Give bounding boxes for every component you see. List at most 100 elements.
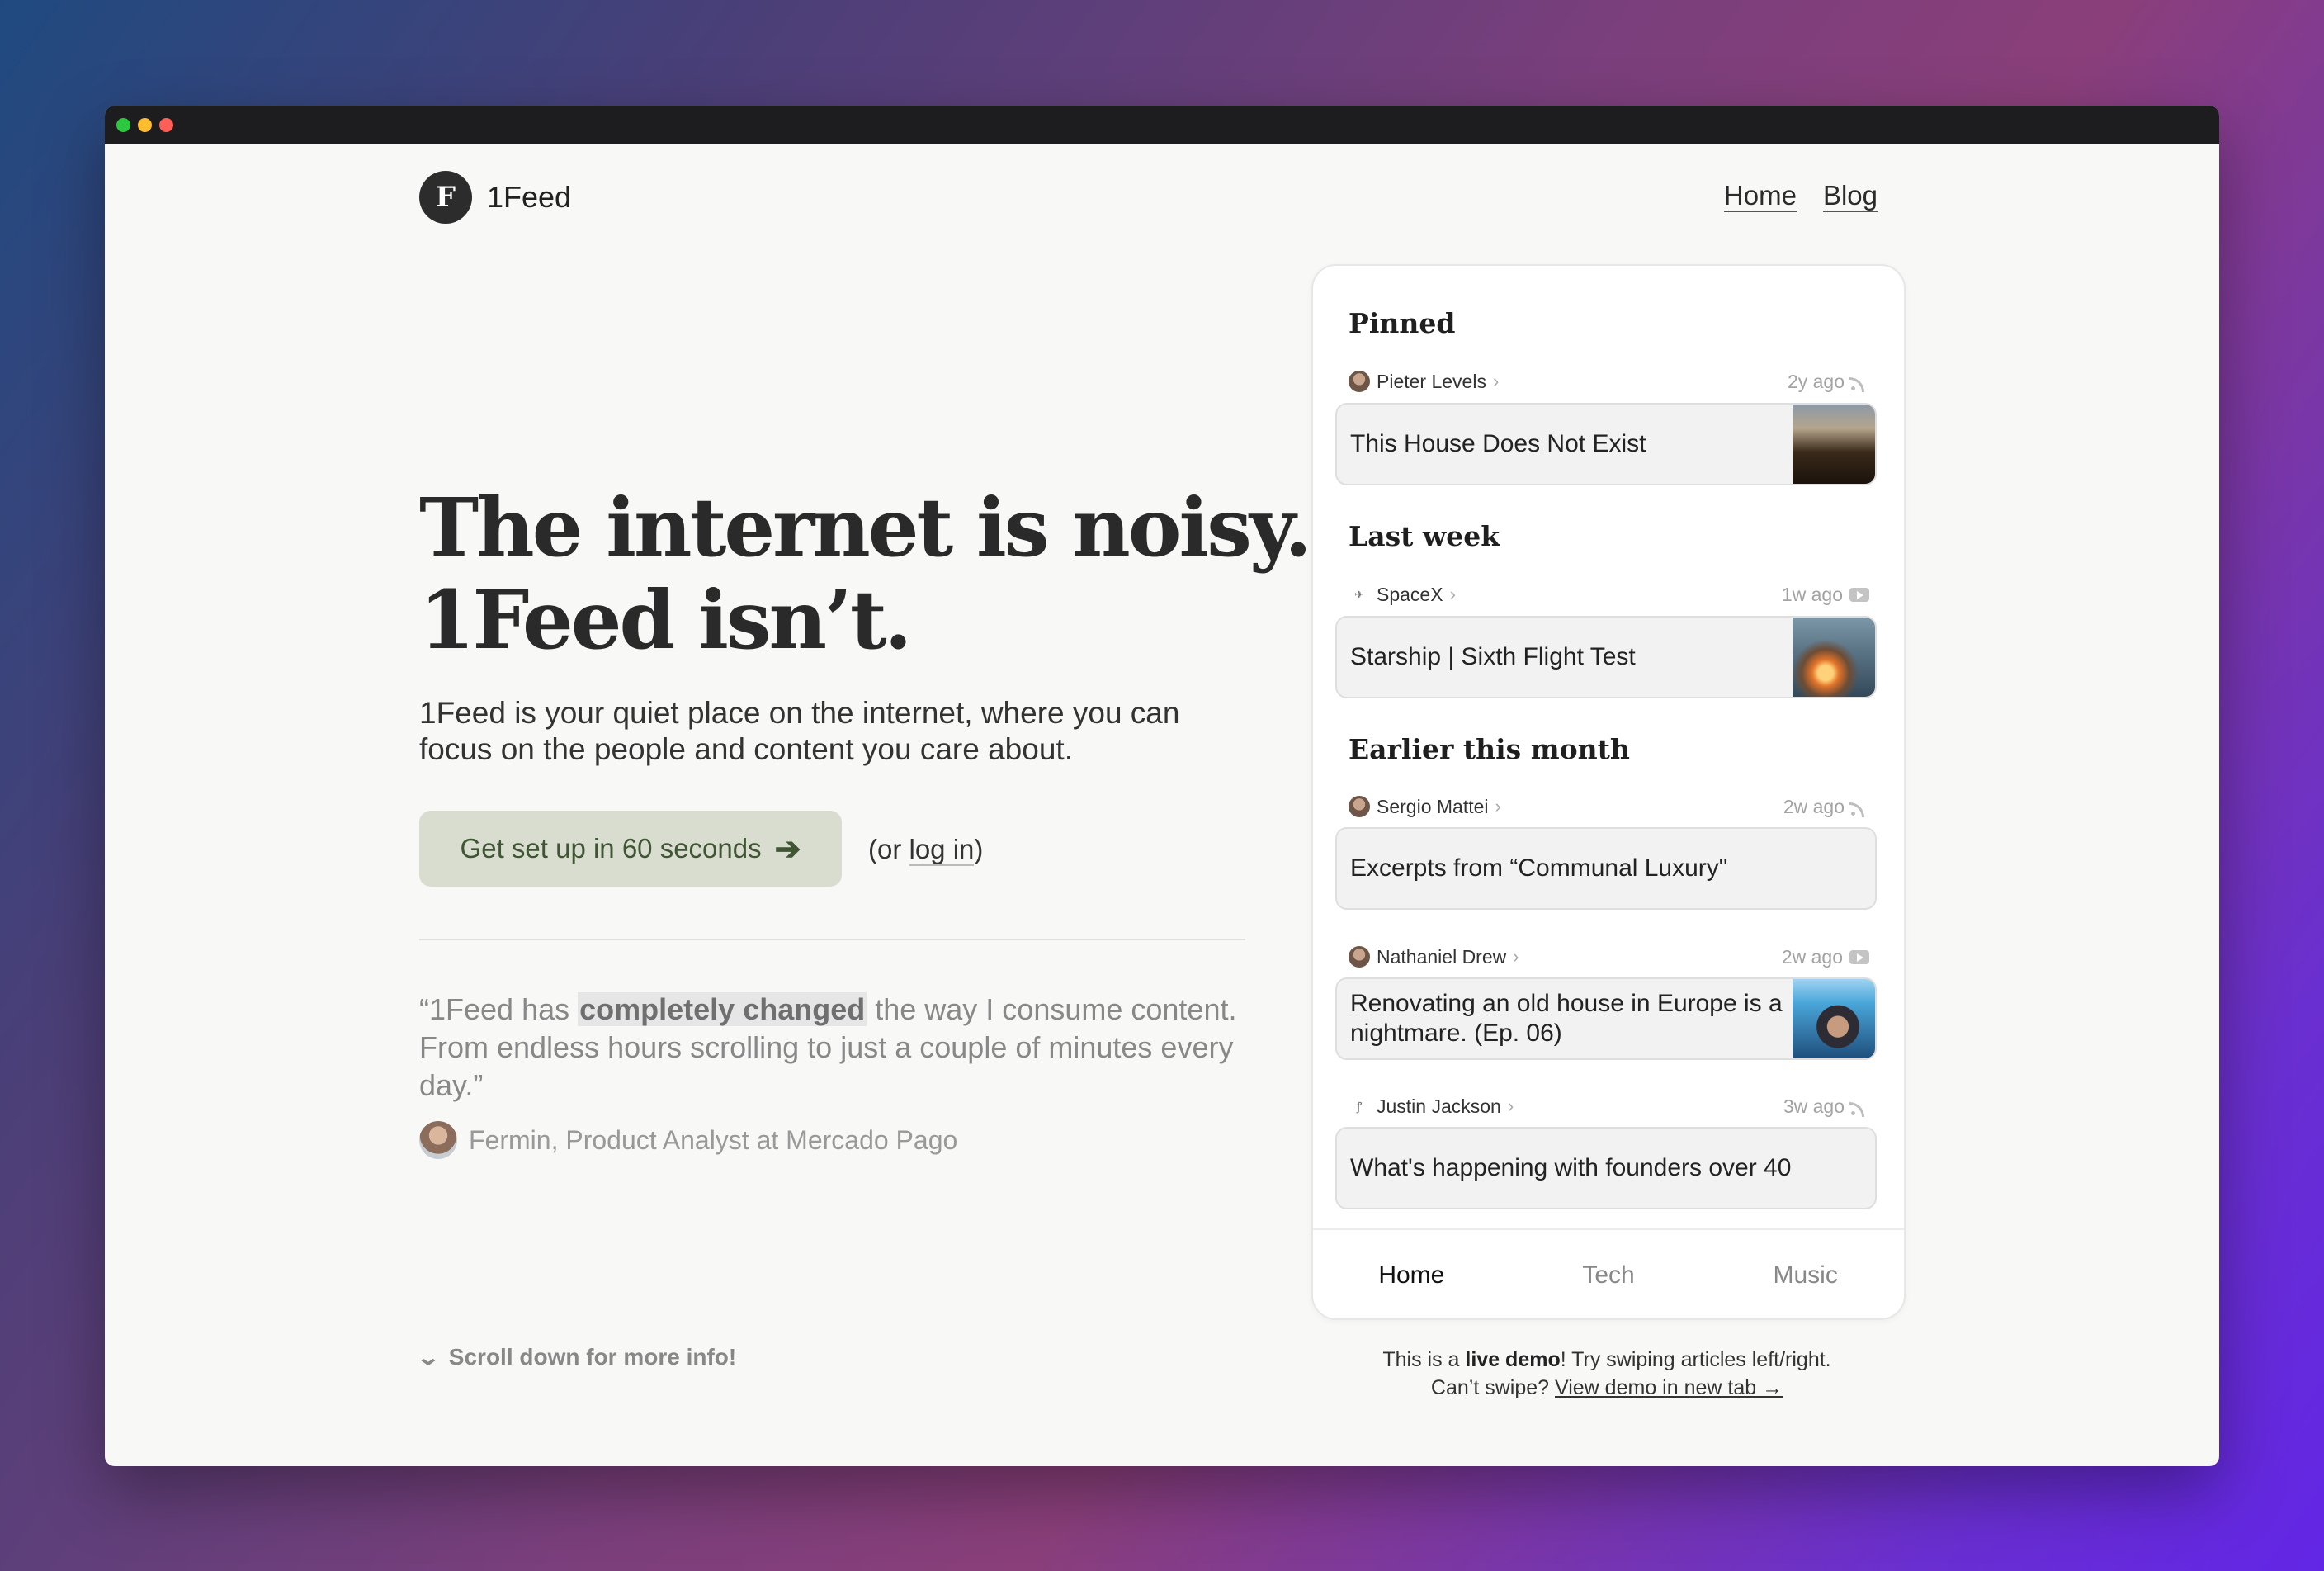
feed-card[interactable]: What's happening with founders over 40 — [1335, 1127, 1877, 1209]
item-age: 2y ago — [1788, 371, 1869, 393]
feed-card[interactable]: Starship | Sixth Flight Test — [1335, 616, 1877, 698]
rss-icon — [1849, 797, 1869, 817]
tab-music[interactable]: Music — [1707, 1230, 1904, 1318]
section-title-last-week: Last week — [1349, 520, 1500, 552]
demo-note-rest: ! Try swiping articles left/right. — [1560, 1348, 1831, 1371]
chevron-right-icon: › — [1513, 946, 1519, 967]
login-suffix: ) — [974, 834, 984, 864]
item-age-text: 3w ago — [1783, 1095, 1845, 1117]
hero-subcopy: 1Feed is your quiet place on the interne… — [419, 696, 1180, 766]
feed-item-meta: Nathaniel Drew › 2w ago — [1349, 944, 1869, 969]
item-age: 2w ago — [1783, 796, 1869, 818]
testimonial-avatar — [419, 1121, 457, 1159]
item-age-text: 2y ago — [1787, 370, 1845, 392]
rss-icon — [1849, 1097, 1869, 1117]
section-title-pinned: Pinned — [1349, 307, 1456, 339]
feed-item-meta: ꝭ Justin Jackson › 3w ago — [1349, 1094, 1869, 1119]
chevron-right-icon: › — [1449, 584, 1456, 604]
item-age: 1w ago — [1782, 584, 1869, 606]
author-link[interactable]: Pieter Levels › — [1349, 371, 1499, 393]
tab-tech[interactable]: Tech — [1510, 1230, 1708, 1318]
author-avatar — [1349, 796, 1370, 817]
arrow-right-icon: ➔ — [774, 831, 801, 867]
feed-card[interactable]: Excerpts from “Communal Luxury" — [1335, 827, 1877, 910]
view-demo-link[interactable]: View demo in new tab → — [1555, 1376, 1783, 1399]
author-name: Nathaniel Drew — [1377, 945, 1507, 968]
hero-headline: The internet is noisy. 1Feed isn’t. — [419, 480, 1312, 667]
author-link[interactable]: ꝭ Justin Jackson › — [1349, 1095, 1514, 1118]
item-age: 2w ago — [1782, 946, 1869, 968]
get-started-label: Get set up in 60 seconds — [460, 833, 762, 864]
feed-card-title: Renovating an old house in Europe is a n… — [1350, 990, 1783, 1047]
feed-card-thumbnail — [1793, 405, 1875, 484]
author-name: SpaceX — [1377, 583, 1443, 605]
demo-note-bold: live demo — [1465, 1348, 1561, 1371]
login-link[interactable]: log in — [909, 834, 975, 866]
author-name: Justin Jackson — [1377, 1095, 1501, 1117]
author-link[interactable]: Nathaniel Drew › — [1349, 946, 1519, 968]
scroll-down-hint[interactable]: ⌄ Scroll down for more info! — [415, 1344, 737, 1370]
chevron-down-icon: ⌄ — [415, 1344, 442, 1370]
phone-tab-bar: Home Tech Music — [1313, 1228, 1904, 1318]
feed-item-meta: Pieter Levels › 2y ago — [1349, 369, 1869, 394]
feed-card-title: Starship | Sixth Flight Test — [1350, 643, 1636, 670]
author-name: Pieter Levels — [1377, 370, 1486, 392]
youtube-icon — [1849, 949, 1869, 964]
item-age-text: 2w ago — [1783, 795, 1845, 817]
browser-window: F 1Feed Home Blog The internet is noisy.… — [105, 106, 2219, 1466]
author-avatar — [1349, 946, 1370, 968]
author-link[interactable]: Sergio Mattei › — [1349, 796, 1501, 818]
brand-name: 1Feed — [487, 180, 572, 214]
feed-card-thumbnail — [1793, 618, 1875, 697]
author-avatar: ꝭ — [1356, 1099, 1363, 1113]
login-prompt: (or log in) — [868, 834, 984, 866]
section-title-earlier-this-month: Earlier this month — [1349, 733, 1630, 765]
feed-list: Pinned Pieter Levels › 2y ago This House… — [1313, 266, 1904, 1228]
quote-before: “1Feed has — [419, 992, 579, 1026]
window-titlebar — [105, 106, 2219, 144]
feed-card-title: Excerpts from “Communal Luxury" — [1350, 854, 1728, 882]
item-age-text: 2w ago — [1781, 945, 1843, 968]
feed-card[interactable]: This House Does Not Exist — [1335, 403, 1877, 485]
author-link[interactable]: ✈ SpaceX › — [1349, 584, 1456, 606]
login-prefix: (or — [868, 834, 909, 864]
testimonial-attribution: Fermin, Product Analyst at Mercado Pago — [419, 1121, 957, 1159]
rss-icon — [1849, 372, 1869, 392]
demo-note-line2: Can’t swipe? — [1430, 1376, 1555, 1399]
chevron-right-icon: › — [1495, 796, 1501, 816]
testimonial-author: Fermin, Product Analyst at Mercado Pago — [469, 1124, 958, 1155]
window-close-button[interactable] — [159, 118, 173, 132]
demo-note: This is a live demo! Try swiping article… — [1311, 1346, 1902, 1402]
item-age-text: 1w ago — [1781, 583, 1843, 605]
testimonial-quote: “1Feed has completely changed the way I … — [419, 991, 1245, 1105]
scroll-hint-label: Scroll down for more info! — [448, 1344, 737, 1370]
window-minimize-button[interactable] — [138, 118, 152, 132]
demo-note-prefix: This is a — [1382, 1348, 1466, 1371]
feed-item-meta: ✈ SpaceX › 1w ago — [1349, 582, 1869, 607]
chevron-right-icon: › — [1492, 371, 1500, 391]
window-maximize-button[interactable] — [116, 118, 130, 132]
author-avatar — [1349, 371, 1370, 392]
logo-icon: F — [419, 171, 472, 224]
quote-highlight: completely changed — [578, 992, 867, 1026]
spacex-logo-icon: ✈ — [1354, 587, 1364, 601]
brand-logo[interactable]: F 1Feed — [419, 171, 571, 224]
section-divider — [419, 939, 1245, 940]
feed-item-meta: Sergio Mattei › 2w ago — [1349, 794, 1869, 819]
live-demo-phone: Pinned Pieter Levels › 2y ago This House… — [1311, 264, 1906, 1320]
youtube-icon — [1849, 587, 1869, 602]
tab-home[interactable]: Home — [1313, 1230, 1510, 1318]
nav-blog-link[interactable]: Blog — [1822, 181, 1878, 212]
headline-line-2: 1Feed isn’t. — [419, 573, 912, 667]
feed-card-title: This House Does Not Exist — [1350, 430, 1646, 457]
feed-card-title: What's happening with founders over 40 — [1350, 1154, 1792, 1181]
get-started-button[interactable]: Get set up in 60 seconds ➔ — [419, 811, 842, 887]
author-name: Sergio Mattei — [1377, 795, 1489, 817]
top-nav: Home Blog — [1723, 181, 1878, 212]
item-age: 3w ago — [1783, 1095, 1869, 1118]
chevron-right-icon: › — [1507, 1095, 1514, 1116]
headline-line-1: The internet is noisy. — [419, 480, 1312, 575]
feed-card[interactable]: Renovating an old house in Europe is a n… — [1335, 977, 1877, 1060]
feed-card-thumbnail — [1793, 979, 1875, 1058]
nav-home-link[interactable]: Home — [1723, 181, 1797, 212]
